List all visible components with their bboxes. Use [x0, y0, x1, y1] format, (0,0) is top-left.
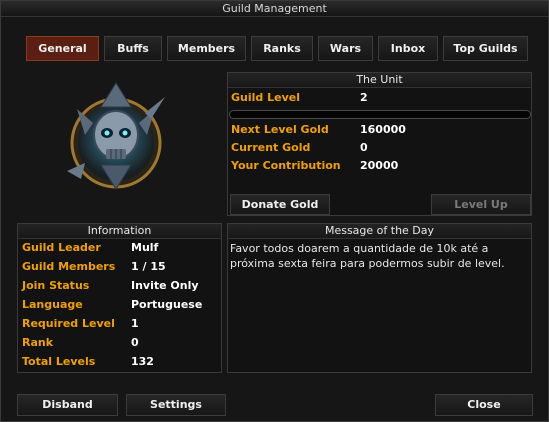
guild-leader-label: Guild Leader — [22, 241, 101, 254]
join-status-value: Invite Only — [131, 279, 199, 292]
your-contribution-value: 20000 — [360, 159, 399, 172]
tab-wars[interactable]: Wars — [318, 36, 373, 61]
next-level-gold-value: 160000 — [360, 123, 406, 136]
tab-ranks[interactable]: Ranks — [251, 36, 313, 61]
tab-inbox[interactable]: Inbox — [378, 36, 438, 61]
level-progress-bar — [229, 110, 531, 119]
level-up-button[interactable]: Level Up — [431, 194, 531, 215]
tab-top-guilds[interactable]: Top Guilds — [443, 36, 528, 61]
motd-text: Favor todos doarem a quantidade de 10k a… — [230, 242, 505, 270]
skull-emblem-icon — [67, 82, 165, 190]
unit-panel-header: The Unit — [228, 73, 531, 88]
guild-leader-value: Mulf — [131, 241, 159, 254]
tab-general[interactable]: General — [26, 36, 99, 61]
total-levels-value: 132 — [131, 355, 154, 368]
your-contribution-label: Your Contribution — [231, 159, 341, 172]
guild-level-label: Guild Level — [231, 91, 300, 104]
current-gold-label: Current Gold — [231, 141, 311, 154]
motd-panel-header: Message of the Day — [228, 224, 531, 239]
total-levels-label: Total Levels — [22, 355, 96, 368]
next-level-gold-label: Next Level Gold — [231, 123, 329, 136]
language-value: Portuguese — [131, 298, 203, 311]
settings-button[interactable]: Settings — [126, 394, 226, 416]
disband-button[interactable]: Disband — [17, 394, 118, 416]
close-button[interactable]: Close — [435, 394, 533, 416]
rank-label: Rank — [22, 336, 54, 349]
tab-buffs[interactable]: Buffs — [104, 36, 162, 61]
window-title: Guild Management — [1, 1, 548, 17]
guild-level-value: 2 — [360, 91, 368, 104]
current-gold-value: 0 — [360, 141, 368, 154]
donate-gold-button[interactable]: Donate Gold — [230, 194, 330, 215]
required-level-value: 1 — [131, 317, 139, 330]
language-label: Language — [22, 298, 83, 311]
tab-members[interactable]: Members — [167, 36, 246, 61]
guild-members-label: Guild Members — [22, 260, 116, 273]
rank-value: 0 — [131, 336, 139, 349]
guild-management-window: Guild Management General Buffs Members R… — [0, 0, 549, 422]
required-level-label: Required Level — [22, 317, 115, 330]
information-panel-header: Information — [18, 224, 221, 239]
guild-members-value: 1 / 15 — [131, 260, 166, 273]
join-status-label: Join Status — [22, 279, 90, 292]
